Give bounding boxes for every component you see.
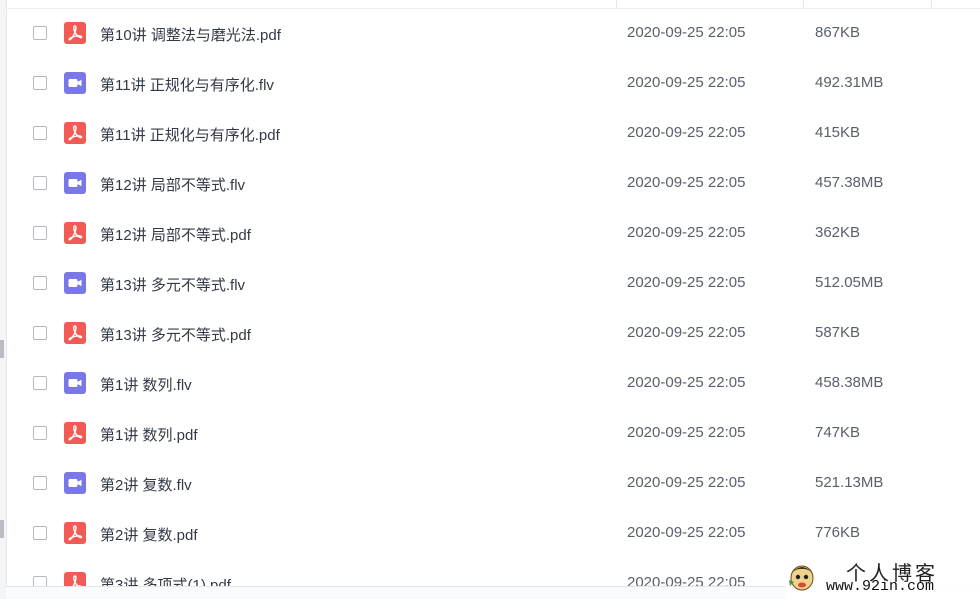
file-size: 362KB — [815, 224, 861, 241]
file-size: 457.38MB — [815, 174, 884, 191]
row-checkbox[interactable] — [33, 26, 47, 40]
file-row[interactable]: 第1讲 数列.flv 2020-09-25 22:05 458.38MB — [6, 359, 980, 409]
header-strip — [6, 0, 980, 9]
file-name[interactable]: 第10讲 调整法与磨光法.pdf — [100, 24, 281, 45]
file-name[interactable]: 第12讲 局部不等式.flv — [100, 174, 245, 195]
row-checkbox[interactable] — [33, 226, 47, 240]
video-icon — [64, 372, 86, 394]
video-icon — [64, 172, 86, 194]
file-name[interactable]: 第2讲 复数.pdf — [100, 524, 198, 545]
file-row[interactable]: 第2讲 复数.flv 2020-09-25 22:05 521.13MB — [6, 459, 980, 509]
file-name[interactable]: 第1讲 数列.flv — [100, 374, 192, 395]
file-name[interactable]: 第12讲 局部不等式.pdf — [100, 224, 251, 245]
pdf-icon — [64, 22, 86, 44]
modified-date: 2020-09-25 22:05 — [627, 24, 746, 41]
video-icon — [64, 72, 86, 94]
cartoon-face-icon — [789, 565, 814, 591]
file-size: 492.31MB — [815, 74, 884, 91]
row-checkbox[interactable] — [33, 526, 47, 540]
row-checkbox[interactable] — [33, 176, 47, 190]
file-size: 458.38MB — [815, 374, 884, 391]
modified-date: 2020-09-25 22:05 — [627, 424, 746, 441]
file-row[interactable]: 第13讲 多元不等式.pdf 2020-09-25 22:05 587KB — [6, 309, 980, 359]
row-checkbox[interactable] — [33, 276, 47, 290]
modified-date: 2020-09-25 22:05 — [627, 324, 746, 341]
file-size: 512.05MB — [815, 274, 884, 291]
file-name[interactable]: 第11讲 正规化与有序化.pdf — [100, 124, 280, 145]
file-row[interactable]: 第12讲 局部不等式.pdf 2020-09-25 22:05 362KB — [6, 209, 980, 259]
file-size: 747KB — [815, 424, 861, 441]
file-name[interactable]: 第11讲 正规化与有序化.flv — [100, 74, 274, 95]
modified-date: 2020-09-25 22:05 — [627, 374, 746, 391]
file-row[interactable]: 第11讲 正规化与有序化.pdf 2020-09-25 22:05 415KB — [6, 109, 980, 159]
pdf-icon — [64, 422, 86, 444]
row-checkbox[interactable] — [33, 126, 47, 140]
file-list-page: 第10讲 调整法与磨光法.pdf 2020-09-25 22:05 867KB 第11… — [0, 0, 980, 599]
column-divider[interactable] — [931, 0, 932, 8]
file-size: 867KB — [815, 24, 861, 41]
file-row[interactable]: 第1讲 数列.pdf 2020-09-25 22:05 747KB — [6, 409, 980, 459]
file-name[interactable]: 第13讲 多元不等式.flv — [100, 274, 245, 295]
row-checkbox[interactable] — [33, 476, 47, 490]
pdf-icon — [64, 322, 86, 344]
modified-date: 2020-09-25 22:05 — [627, 74, 746, 91]
modified-date: 2020-09-25 22:05 — [627, 224, 746, 241]
pdf-icon — [64, 522, 86, 544]
file-name[interactable]: 第2讲 复数.flv — [100, 474, 192, 495]
file-name[interactable]: 第1讲 数列.pdf — [100, 424, 198, 445]
file-row[interactable]: 第10讲 调整法与磨光法.pdf 2020-09-25 22:05 867KB — [6, 9, 980, 59]
row-checkbox[interactable] — [33, 326, 47, 340]
watermark: 个人博客 www.92in.com — [786, 556, 980, 599]
video-icon — [64, 472, 86, 494]
pdf-icon — [64, 222, 86, 244]
watermark-url: www.92in.com — [826, 578, 935, 595]
modified-date: 2020-09-25 22:05 — [627, 174, 746, 191]
row-checkbox[interactable] — [33, 426, 47, 440]
column-divider[interactable] — [803, 0, 804, 8]
file-row[interactable]: 第2讲 复数.pdf 2020-09-25 22:05 776KB — [6, 509, 980, 559]
row-checkbox[interactable] — [33, 76, 47, 90]
file-row[interactable]: 第11讲 正规化与有序化.flv 2020-09-25 22:05 492.31MB — [6, 59, 980, 109]
modified-date: 2020-09-25 22:05 — [627, 274, 746, 291]
modified-date: 2020-09-25 22:05 — [627, 524, 746, 541]
file-name[interactable]: 第13讲 多元不等式.pdf — [100, 324, 251, 345]
file-size: 521.13MB — [815, 474, 884, 491]
file-list: 第10讲 调整法与磨光法.pdf 2020-09-25 22:05 867KB 第11… — [6, 9, 980, 599]
panel-scroll-marker[interactable] — [0, 340, 4, 358]
file-size: 587KB — [815, 324, 861, 341]
file-row[interactable]: 第13讲 多元不等式.flv 2020-09-25 22:05 512.05MB — [6, 259, 980, 309]
row-checkbox[interactable] — [33, 376, 47, 390]
video-icon — [64, 272, 86, 294]
column-divider[interactable] — [616, 0, 617, 8]
modified-date: 2020-09-25 22:05 — [627, 124, 746, 141]
file-size: 415KB — [815, 124, 861, 141]
panel-scroll-marker[interactable] — [0, 520, 4, 538]
modified-date: 2020-09-25 22:05 — [627, 474, 746, 491]
pdf-icon — [64, 122, 86, 144]
file-size: 776KB — [815, 524, 861, 541]
file-row[interactable]: 第12讲 局部不等式.flv 2020-09-25 22:05 457.38MB — [6, 159, 980, 209]
